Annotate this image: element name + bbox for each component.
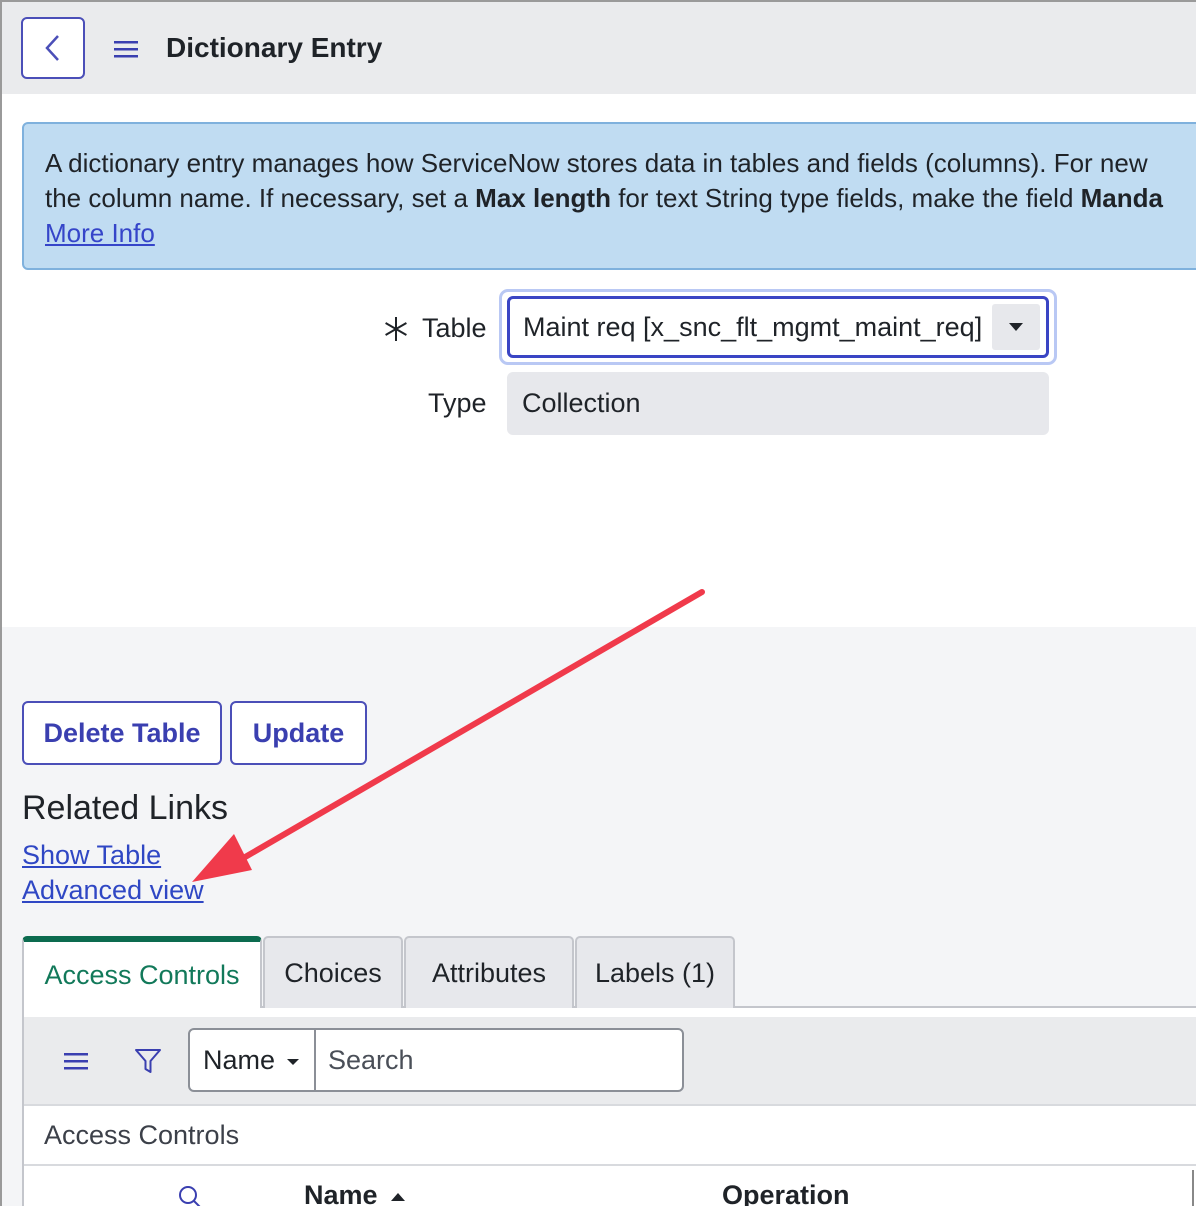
column-divider xyxy=(1192,1170,1194,1206)
chevron-left-icon xyxy=(45,35,59,61)
tab-choices[interactable]: Choices xyxy=(263,936,403,1008)
info-banner: A dictionary entry manages how ServiceNo… xyxy=(22,122,1196,270)
form-header: Dictionary Entry xyxy=(2,2,1196,94)
hamburger-icon[interactable] xyxy=(114,40,138,58)
list-search-group: Name xyxy=(188,1028,684,1092)
info-line-2: the column name. If necessary, set a Max… xyxy=(45,181,1196,216)
divider xyxy=(24,1164,1196,1166)
tab-access-controls[interactable]: Access Controls xyxy=(22,936,262,1008)
search-icon[interactable] xyxy=(177,1184,203,1206)
advanced-view-link[interactable]: Advanced view xyxy=(22,875,204,906)
column-header-name[interactable]: Name xyxy=(304,1180,406,1206)
info-text: the column name. If necessary, set a xyxy=(45,183,476,213)
show-table-link[interactable]: Show Table xyxy=(22,840,161,871)
search-field-select[interactable]: Name xyxy=(190,1030,316,1090)
column-header-name-label: Name xyxy=(304,1180,378,1206)
delete-table-button[interactable]: Delete Table xyxy=(22,701,222,765)
update-button[interactable]: Update xyxy=(230,701,367,765)
column-header-operation[interactable]: Operation xyxy=(722,1180,850,1206)
table-label: Table xyxy=(422,313,487,343)
type-field: Collection xyxy=(507,372,1049,435)
list-caption: Access Controls xyxy=(44,1120,240,1150)
tab-labels[interactable]: Labels (1) xyxy=(575,936,735,1008)
list-menu-icon[interactable] xyxy=(64,1052,88,1070)
table-select[interactable]: Maint req [x_snc_flt_mgmt_maint_req] xyxy=(507,296,1049,358)
caret-down-icon xyxy=(287,1059,299,1065)
divider xyxy=(24,1104,1196,1106)
info-bold-max-length: Max length xyxy=(475,183,611,213)
search-field-value: Name xyxy=(203,1044,276,1075)
back-button[interactable] xyxy=(21,17,85,79)
type-label: Type xyxy=(428,388,487,418)
more-info-link[interactable]: More Info xyxy=(45,218,155,248)
related-links-title: Related Links xyxy=(22,789,229,827)
tab-attributes[interactable]: Attributes xyxy=(404,936,574,1008)
search-input[interactable] xyxy=(316,1030,682,1090)
info-line-1: A dictionary entry manages how ServiceNo… xyxy=(45,148,1148,178)
table-select-value: Maint req [x_snc_flt_mgmt_maint_req] xyxy=(523,311,983,342)
app-window: Dictionary Entry A dictionary entry mana… xyxy=(0,0,1196,1206)
sort-ascending-icon xyxy=(390,1192,405,1201)
asterisk-icon xyxy=(385,317,407,341)
page-title: Dictionary Entry xyxy=(166,32,383,63)
info-text: for text String type fields, make the fi… xyxy=(610,183,1081,213)
info-bold-mandatory: Manda xyxy=(1080,183,1163,213)
caret-down-icon[interactable] xyxy=(992,304,1040,350)
filter-icon[interactable] xyxy=(134,1047,162,1075)
